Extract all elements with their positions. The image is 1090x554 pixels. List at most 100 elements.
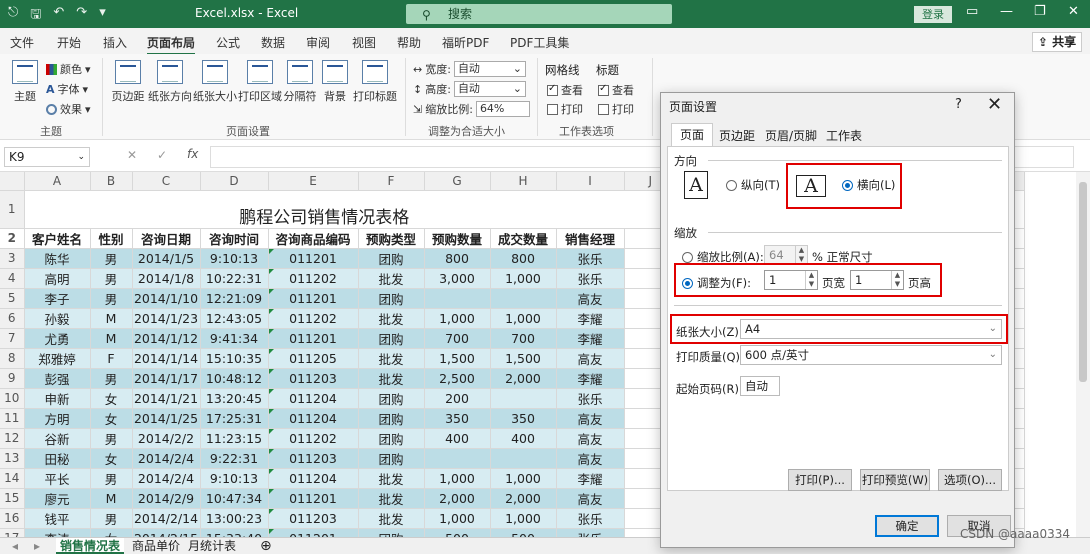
table-cell[interactable]: 2014/2/15 xyxy=(132,528,201,537)
table-cell[interactable]: 800 xyxy=(490,248,557,269)
next-sheet-icon[interactable]: ▸ xyxy=(30,538,44,554)
redo-icon[interactable]: ↷ xyxy=(76,5,87,27)
row-number[interactable]: 15 xyxy=(0,488,25,509)
table-cell[interactable]: 团购 xyxy=(358,528,425,537)
table-cell[interactable]: 10:48:12 xyxy=(200,368,269,389)
table-cell[interactable]: 郑雅婷 xyxy=(24,348,91,369)
table-cell[interactable]: 团购 xyxy=(358,248,425,269)
table-cell[interactable]: 12:21:09 xyxy=(200,288,269,309)
height-dropdown[interactable]: 自动 ⌄ xyxy=(453,81,526,97)
table-cell[interactable]: 2014/2/14 xyxy=(132,508,201,529)
portrait-radio[interactable]: 纵向(T) xyxy=(726,177,780,193)
header-cell[interactable]: 预购类型 xyxy=(358,228,425,249)
table-cell[interactable]: 2014/1/23 xyxy=(132,308,201,329)
print-preview-button[interactable]: 打印预览(W) xyxy=(860,469,930,491)
table-cell[interactable]: 2014/1/5 xyxy=(132,248,201,269)
table-cell[interactable]: 2014/2/4 xyxy=(132,468,201,489)
table-cell[interactable]: 2,000 xyxy=(424,488,491,509)
table-cell[interactable]: 011201 xyxy=(268,288,359,309)
table-cell[interactable]: F xyxy=(90,348,133,369)
table-cell[interactable]: 9:10:13 xyxy=(200,248,269,269)
table-cell[interactable]: 团购 xyxy=(358,448,425,469)
tab-margins[interactable]: 页边距 xyxy=(711,125,763,145)
table-cell[interactable]: 李耀 xyxy=(556,368,625,389)
column-header[interactable]: E xyxy=(268,172,359,191)
table-cell[interactable]: 12:43:05 xyxy=(200,308,269,329)
table-cell[interactable]: 2,500 xyxy=(424,368,491,389)
table-cell[interactable]: 1,500 xyxy=(490,348,557,369)
table-cell[interactable]: 1,000 xyxy=(490,308,557,329)
row-number[interactable]: 11 xyxy=(0,408,25,429)
header-cell[interactable]: 咨询时间 xyxy=(200,228,269,249)
row-number[interactable]: 7 xyxy=(0,328,25,349)
print-titles-button[interactable]: 打印标题 xyxy=(352,60,398,104)
row-number[interactable]: 14 xyxy=(0,468,25,489)
fonts-button[interactable]: A 字体 ▾ xyxy=(46,81,88,97)
row-number[interactable]: 3 xyxy=(0,248,25,269)
table-cell[interactable]: 高友 xyxy=(556,448,625,469)
headings-print-checkbox[interactable]: 打印 xyxy=(598,101,634,117)
row-number[interactable]: 8 xyxy=(0,348,25,369)
table-cell[interactable]: 高友 xyxy=(556,408,625,429)
table-cell[interactable]: 2014/1/14 xyxy=(132,348,201,369)
table-cell[interactable]: 平长 xyxy=(24,468,91,489)
table-cell[interactable]: 高友 xyxy=(556,288,625,309)
table-cell[interactable]: 15:10:35 xyxy=(200,348,269,369)
sheet-tab-unit-price[interactable]: 商品单价 xyxy=(128,538,184,554)
table-cell[interactable]: 700 xyxy=(490,328,557,349)
print-button[interactable]: 打印(P)... xyxy=(788,469,852,491)
tab-view[interactable]: 视图 xyxy=(352,34,376,51)
function-icon[interactable]: fx xyxy=(187,147,198,161)
row-number[interactable]: 13 xyxy=(0,448,25,469)
orientation-button[interactable]: 纸张方向 xyxy=(148,60,192,104)
table-cell[interactable]: M xyxy=(90,308,133,329)
table-cell[interactable]: 高友 xyxy=(556,488,625,509)
table-cell[interactable]: 011203 xyxy=(268,508,359,529)
themes-button[interactable]: 主题 xyxy=(8,60,42,104)
table-cell[interactable]: 011201 xyxy=(268,528,359,537)
undo-icon[interactable]: ↶ xyxy=(53,5,64,27)
table-cell[interactable] xyxy=(424,288,491,309)
table-cell[interactable]: 13:00:23 xyxy=(200,508,269,529)
table-cell[interactable]: 申新 xyxy=(24,388,91,409)
table-cell[interactable]: 2014/1/10 xyxy=(132,288,201,309)
table-cell[interactable]: 9:10:13 xyxy=(200,468,269,489)
column-header[interactable]: G xyxy=(424,172,491,191)
table-cell[interactable]: 张乐 xyxy=(556,528,625,537)
enter-icon[interactable]: ✓ xyxy=(157,148,167,162)
margins-button[interactable]: 页边距 xyxy=(110,60,146,104)
table-cell[interactable]: 011203 xyxy=(268,448,359,469)
table-cell[interactable]: 谷新 xyxy=(24,428,91,449)
table-cell[interactable]: 张乐 xyxy=(556,508,625,529)
autosave-icon[interactable]: ⎋ xyxy=(8,5,18,27)
tab-sheet[interactable]: 工作表 xyxy=(818,125,870,145)
table-cell[interactable]: 张乐 xyxy=(556,268,625,289)
table-cell[interactable]: 2014/1/12 xyxy=(132,328,201,349)
header-cell[interactable]: 咨询商品编码 xyxy=(268,228,359,249)
table-cell[interactable]: 17:25:31 xyxy=(200,408,269,429)
table-cell[interactable]: 2,000 xyxy=(490,368,557,389)
table-cell[interactable]: 批发 xyxy=(358,368,425,389)
tab-insert[interactable]: 插入 xyxy=(103,34,127,51)
width-dropdown[interactable]: 自动 ⌄ xyxy=(453,61,526,77)
add-sheet-icon[interactable]: ⊕ xyxy=(256,538,276,554)
table-cell[interactable]: 10:22:31 xyxy=(200,268,269,289)
tab-formulas[interactable]: 公式 xyxy=(216,34,240,51)
table-cell[interactable]: 团购 xyxy=(358,388,425,409)
table-cell[interactable]: 男 xyxy=(90,368,133,389)
tab-file[interactable]: 文件 xyxy=(10,34,34,51)
table-cell[interactable]: 团购 xyxy=(358,428,425,449)
table-cell[interactable]: 800 xyxy=(424,248,491,269)
select-all-corner[interactable] xyxy=(0,172,25,191)
row-number[interactable]: 9 xyxy=(0,368,25,389)
row-number[interactable]: 6 xyxy=(0,308,25,329)
sheet-tab-monthly[interactable]: 月统计表 xyxy=(184,538,240,554)
ribbon-display-icon[interactable]: ▭ xyxy=(966,4,978,19)
table-cell[interactable]: 1,000 xyxy=(490,508,557,529)
table-cell[interactable]: 2,000 xyxy=(490,488,557,509)
column-header[interactable]: D xyxy=(200,172,269,191)
table-cell[interactable]: 200 xyxy=(424,388,491,409)
cancel-icon[interactable]: ✕ xyxy=(127,148,137,162)
row-number[interactable]: 17 xyxy=(0,528,25,537)
table-cell[interactable]: 011203 xyxy=(268,368,359,389)
